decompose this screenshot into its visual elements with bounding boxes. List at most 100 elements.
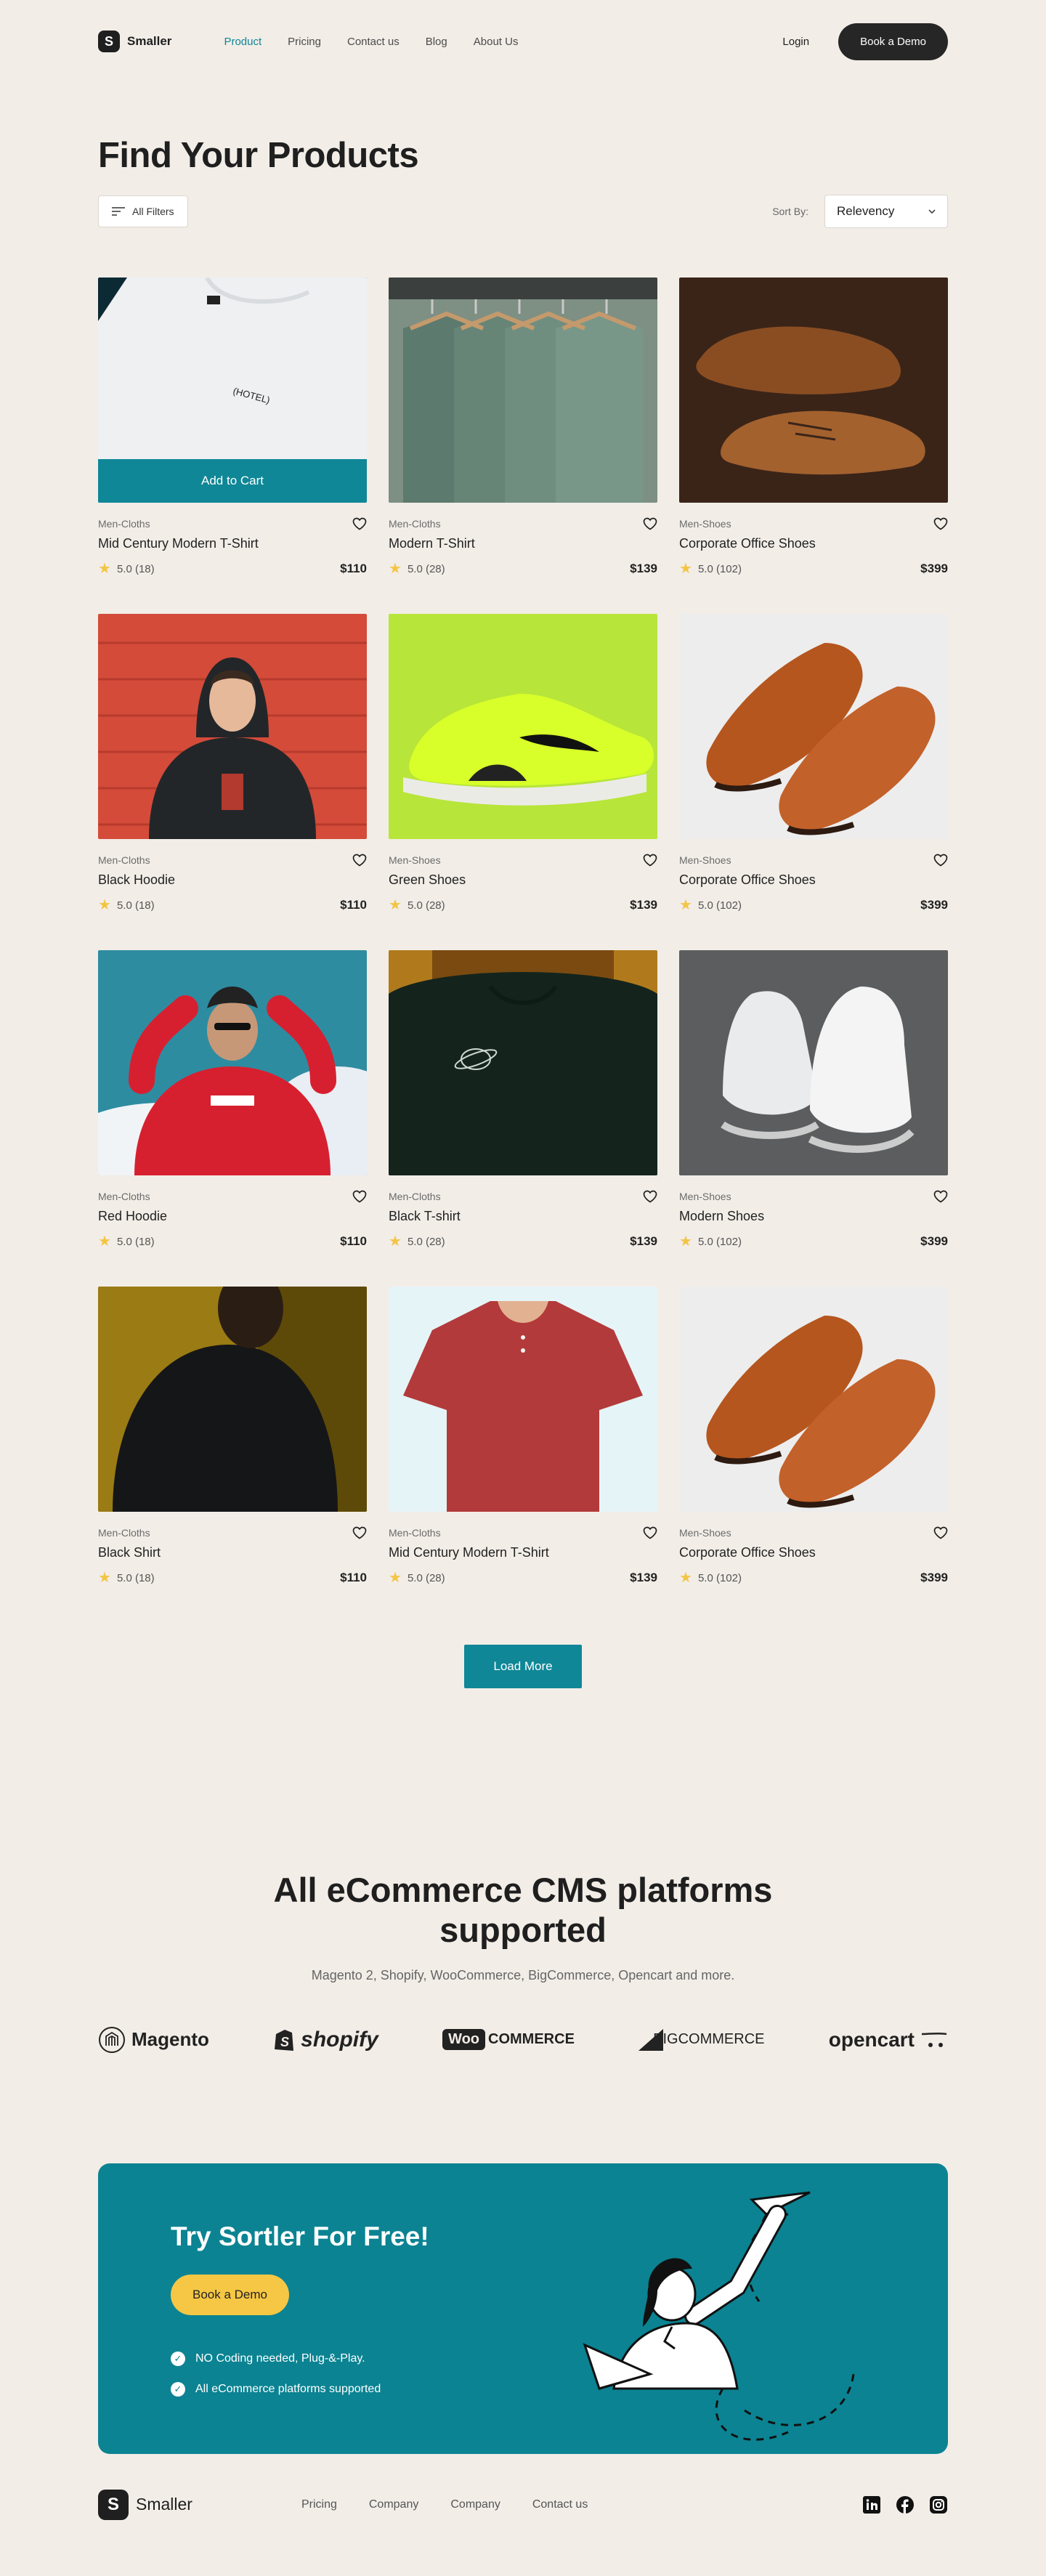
login-link[interactable]: Login — [782, 36, 809, 48]
product-name[interactable]: Corporate Office Shoes — [679, 872, 948, 888]
product-category: Men-Shoes — [389, 854, 441, 866]
product-card[interactable]: Men-Cloths Red Hoodie ★ 5.0 (18) $110 — [98, 950, 367, 1287]
product-image[interactable] — [98, 614, 367, 839]
hanging-shirts-icon — [389, 278, 657, 503]
black-shirt-icon — [98, 1287, 367, 1512]
product-card[interactable]: Men-Shoes Corporate Office Shoes ★ 5.0 (102… — [679, 1287, 948, 1623]
product-image[interactable] — [98, 1287, 367, 1512]
page-title: Find Your Products — [98, 136, 419, 175]
add-to-cart-button[interactable]: Add to Cart — [98, 459, 367, 503]
product-name[interactable]: Black Shirt — [98, 1545, 367, 1560]
heart-icon[interactable] — [352, 1526, 367, 1539]
red-hoodie-icon — [98, 950, 367, 1175]
product-name[interactable]: Modern T-Shirt — [389, 536, 657, 551]
nav-link-pricing[interactable]: Pricing — [288, 36, 321, 48]
product-name[interactable]: Modern Shoes — [679, 1209, 948, 1224]
product-card[interactable]: Men-Shoes Modern Shoes ★ 5.0 (102) $399 — [679, 950, 948, 1287]
star-icon: ★ — [98, 1234, 111, 1249]
product-rating: ★ 5.0 (102) — [679, 1570, 742, 1586]
product-card[interactable]: Men-Cloths Black Shirt ★ 5.0 (18) $110 — [98, 1287, 367, 1623]
facebook-icon[interactable] — [896, 2495, 915, 2514]
heart-icon[interactable] — [933, 1526, 948, 1539]
heart-icon[interactable] — [933, 1190, 948, 1203]
black-tshirt-icon — [389, 950, 657, 1175]
footer-brand-name: Smaller — [136, 2495, 192, 2514]
product-name[interactable]: Mid Century Modern T-Shirt — [98, 536, 367, 551]
product-name[interactable]: Corporate Office Shoes — [679, 1545, 948, 1560]
sort-value: Relevency — [837, 204, 895, 218]
sort-select[interactable]: Relevency — [824, 195, 948, 228]
footer-links: Pricing Company Company Contact us — [301, 2498, 862, 2511]
product-rating: ★ 5.0 (18) — [98, 1234, 155, 1249]
product-name[interactable]: Black T-shirt — [389, 1209, 657, 1224]
product-card[interactable]: Men-Shoes Corporate Office Shoes ★ 5.0 (102… — [679, 278, 948, 614]
svg-text:S: S — [280, 2035, 289, 2049]
brand-logo[interactable]: S Smaller — [98, 31, 171, 52]
product-card[interactable]: Men-Shoes Corporate Office Shoes ★ 5.0 (102… — [679, 614, 948, 950]
heart-icon[interactable] — [643, 1190, 657, 1203]
top-nav: S Smaller Product Pricing Contact us Blo… — [98, 0, 948, 83]
paper-plane-illustration — [583, 2191, 855, 2441]
heart-icon[interactable] — [933, 854, 948, 867]
product-image[interactable] — [679, 1287, 948, 1512]
product-image[interactable]: (HOTEL) Add to Cart — [98, 278, 367, 503]
linkedin-icon[interactable] — [862, 2495, 881, 2514]
load-more-button[interactable]: Load More — [464, 1645, 582, 1688]
product-image[interactable] — [679, 950, 948, 1175]
footer-link-pricing[interactable]: Pricing — [301, 2498, 337, 2511]
filter-bar: All Filters Sort By: Relevency — [98, 195, 948, 228]
product-card[interactable]: (HOTEL) Add to Cart Men-Cloths Mid Century … — [98, 278, 367, 614]
nav-link-product[interactable]: Product — [224, 36, 262, 48]
star-icon: ★ — [98, 1570, 111, 1586]
star-icon: ★ — [679, 561, 692, 577]
all-filters-button[interactable]: All Filters — [98, 195, 188, 227]
product-name[interactable]: Corporate Office Shoes — [679, 536, 948, 551]
footer-brand[interactable]: S Smaller — [98, 2489, 192, 2520]
cta-book-demo-button[interactable]: Book a Demo — [171, 2274, 289, 2315]
heart-icon[interactable] — [933, 517, 948, 530]
nav-link-contact[interactable]: Contact us — [347, 36, 400, 48]
book-demo-button[interactable]: Book a Demo — [838, 23, 948, 60]
heart-icon[interactable] — [643, 1526, 657, 1539]
heart-icon[interactable] — [352, 854, 367, 867]
heart-icon[interactable] — [643, 517, 657, 530]
product-card[interactable]: Men-Shoes Green Shoes ★ 5.0 (28) $139 — [389, 614, 657, 950]
magento-logo: Magento — [98, 2026, 209, 2054]
product-image[interactable] — [679, 278, 948, 503]
product-image[interactable] — [389, 278, 657, 503]
product-rating: ★ 5.0 (18) — [98, 1570, 155, 1586]
cta-point: ✓ All eCommerce platforms supported — [171, 2381, 381, 2397]
platforms-section: All eCommerce CMS platforms supported Ma… — [98, 1870, 948, 2062]
product-card[interactable]: Men-Cloths Black T-shirt ★ 5.0 (28) $139 — [389, 950, 657, 1287]
product-card[interactable]: Men-Cloths Mid Century Modern T-Shirt ★ 5.0… — [389, 1287, 657, 1623]
heart-icon[interactable] — [352, 517, 367, 530]
product-image[interactable] — [389, 1287, 657, 1512]
product-image[interactable] — [679, 614, 948, 839]
product-price: $399 — [920, 1234, 948, 1248]
instagram-icon[interactable] — [929, 2495, 948, 2514]
product-category: Men-Cloths — [98, 518, 150, 530]
opencart-logo: opencart — [829, 2028, 948, 2052]
product-name[interactable]: Mid Century Modern T-Shirt — [389, 1545, 657, 1560]
star-icon: ★ — [679, 1234, 692, 1249]
cta-point: ✓ NO Coding needed, Plug-&-Play. — [171, 2351, 381, 2366]
product-image[interactable] — [98, 950, 367, 1175]
nav-link-blog[interactable]: Blog — [426, 36, 447, 48]
red-polo-icon — [389, 1287, 657, 1512]
product-card[interactable]: Men-Cloths Modern T-Shirt ★ 5.0 (28) $139 — [389, 278, 657, 614]
footer-link-contact[interactable]: Contact us — [532, 2498, 588, 2511]
white-hightop-icon — [679, 950, 948, 1175]
product-card[interactable]: Men-Cloths Black Hoodie ★ 5.0 (18) $110 — [98, 614, 367, 950]
star-icon: ★ — [98, 561, 111, 577]
product-name[interactable]: Red Hoodie — [98, 1209, 367, 1224]
product-image[interactable] — [389, 614, 657, 839]
platforms-subtitle: Magento 2, Shopify, WooCommerce, BigComm… — [311, 1967, 735, 1982]
heart-icon[interactable] — [352, 1190, 367, 1203]
product-name[interactable]: Black Hoodie — [98, 872, 367, 888]
footer-link-company[interactable]: Company — [369, 2498, 418, 2511]
product-name[interactable]: Green Shoes — [389, 872, 657, 888]
product-image[interactable] — [389, 950, 657, 1175]
nav-link-about[interactable]: About Us — [474, 36, 519, 48]
footer-link-company-2[interactable]: Company — [450, 2498, 500, 2511]
heart-icon[interactable] — [643, 854, 657, 867]
